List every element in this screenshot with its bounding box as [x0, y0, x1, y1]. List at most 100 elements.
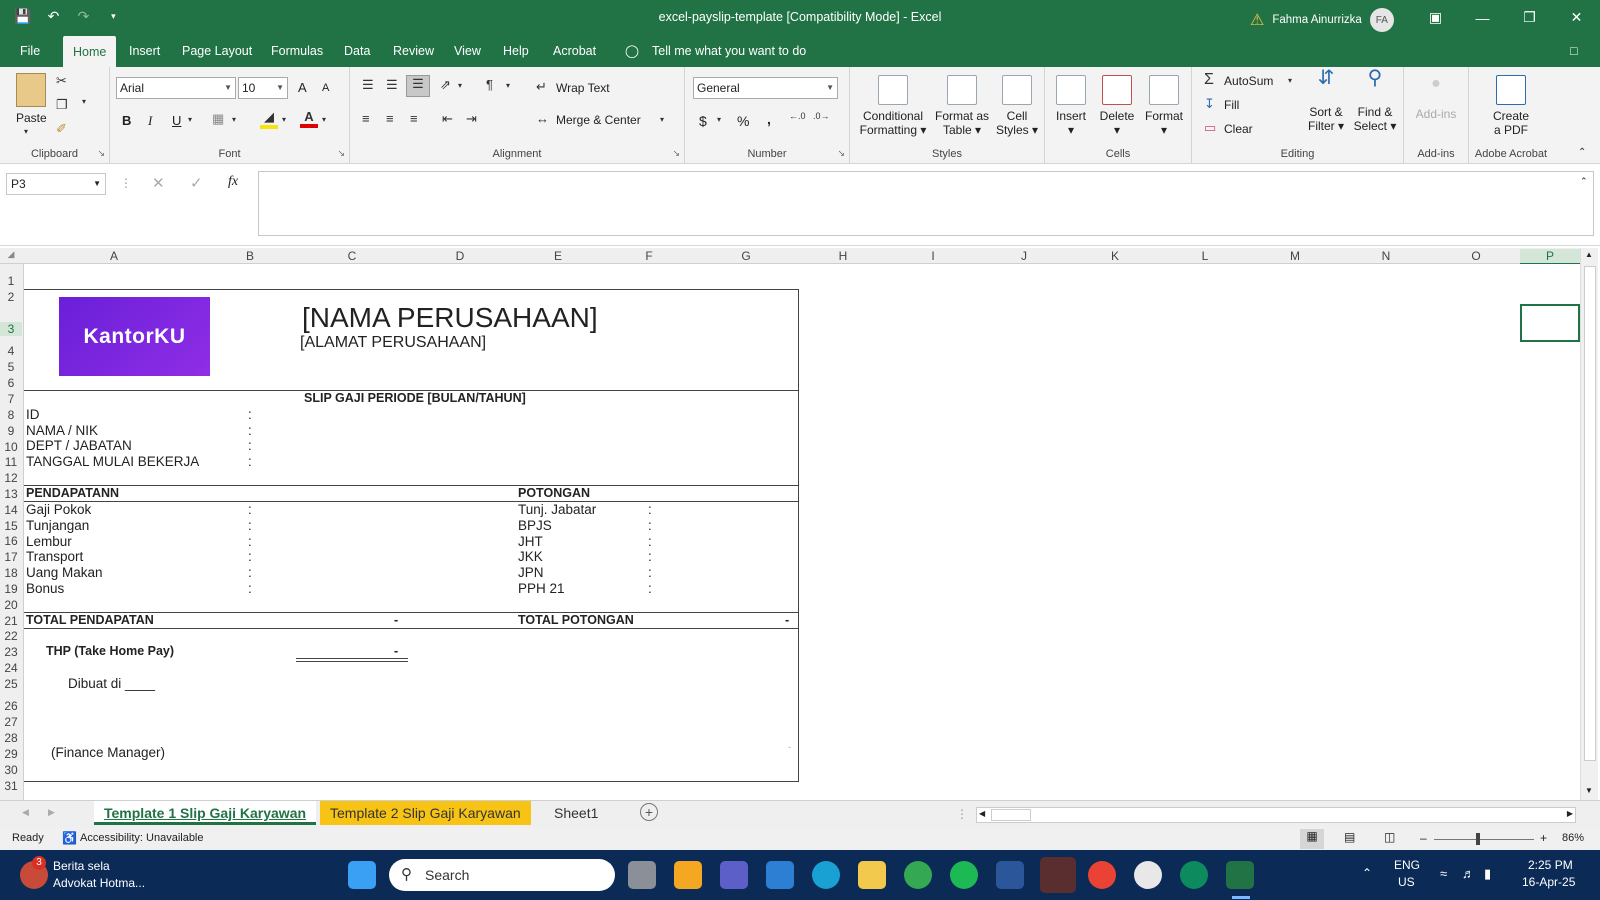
tab-insert[interactable]: Insert [129, 35, 160, 67]
column-header-i[interactable]: I [888, 249, 978, 263]
insert-function-button[interactable]: fx [228, 174, 238, 190]
column-header-a[interactable]: A [24, 249, 204, 263]
orientation-icon[interactable]: ⇗ [440, 77, 451, 93]
row-header-3[interactable]: 3 [0, 322, 22, 336]
expand-formula-icon[interactable]: ⌃ [1580, 176, 1588, 187]
column-header-e[interactable]: E [512, 249, 604, 263]
column-header-b[interactable]: B [204, 249, 296, 263]
teams-icon[interactable] [720, 861, 748, 889]
fill-down-icon[interactable]: ↧ [1204, 96, 1215, 112]
grow-font-button[interactable]: A [298, 80, 307, 95]
news-headline-2[interactable]: Advokat Hotma... [53, 876, 145, 890]
row-header-7[interactable]: 7 [0, 392, 22, 406]
taskbar-search[interactable]: ⚲ Search [389, 859, 615, 891]
format-as-table-button[interactable]: Format as Table ▾ [932, 75, 992, 137]
create-pdf-button[interactable]: Create a PDF [1475, 75, 1547, 137]
scroll-up-icon[interactable]: ▲ [1585, 250, 1593, 259]
sticky-notes-icon[interactable] [1040, 857, 1076, 893]
sheet-tab-template-2[interactable]: Template 2 Slip Gaji Karyawan [320, 801, 531, 825]
row-header-28[interactable]: 28 [0, 731, 22, 745]
eraser-icon[interactable]: ▭ [1204, 120, 1216, 136]
accessibility-icon[interactable]: ♿ [62, 831, 77, 845]
clipboard-launcher-icon[interactable]: ↘ [97, 148, 105, 159]
format-cells-button[interactable]: Format ▾ [1141, 75, 1187, 137]
decrease-decimal-icon[interactable]: .0→ [813, 111, 830, 121]
row-header-22[interactable]: 22 [0, 629, 22, 643]
paste-dropdown-icon[interactable]: ▾ [24, 127, 28, 136]
tab-home[interactable]: Home [63, 36, 117, 67]
word-icon[interactable] [996, 861, 1024, 889]
merge-center-button[interactable]: Merge & Center [556, 113, 641, 127]
collapse-ribbon-icon[interactable]: ⌃ [1578, 147, 1586, 158]
user-account[interactable]: ⚠ Fahma Ainurrizka FA [1250, 8, 1394, 32]
increase-indent-icon[interactable]: ⇥ [466, 111, 477, 127]
wrap-text-button[interactable]: Wrap Text [556, 81, 610, 95]
worksheet-grid[interactable]: KantorKU [NAMA PERUSAHAAN] [ALAMAT PERUS… [24, 264, 1580, 800]
autosum-dropdown-icon[interactable]: ▾ [1288, 76, 1292, 85]
italic-button[interactable]: I [148, 113, 152, 129]
row-header-21[interactable]: 21 [0, 614, 22, 628]
addins-button[interactable]: ● Add-ins [1408, 76, 1464, 122]
minimize-icon[interactable]: — [1459, 0, 1506, 35]
zoom-slider-thumb[interactable] [1476, 833, 1480, 845]
autosum-button[interactable]: AutoSum [1224, 74, 1273, 88]
autosum-icon[interactable]: Σ [1204, 71, 1214, 89]
copy-icon[interactable]: ❐ [56, 97, 68, 113]
row-header-1[interactable]: 1 [0, 274, 22, 288]
row-header-4[interactable]: 4 [0, 344, 22, 358]
bold-button[interactable]: B [122, 113, 131, 128]
fill-dropdown-icon[interactable]: ▾ [282, 115, 286, 124]
edge-icon[interactable] [812, 861, 840, 889]
row-header-9[interactable]: 9 [0, 424, 22, 438]
align-right-icon[interactable]: ≡ [410, 111, 418, 126]
merge-center-icon[interactable]: ↔ [536, 111, 549, 126]
column-header-m[interactable]: M [1250, 249, 1340, 263]
sheet-tab-template-1[interactable]: Template 1 Slip Gaji Karyawan [94, 801, 317, 825]
prev-sheet-icon[interactable]: ◀ [22, 807, 29, 818]
wifi-icon[interactable]: ≈ [1440, 866, 1447, 881]
row-header-10[interactable]: 10 [0, 440, 22, 454]
delete-cells-button[interactable]: Delete ▾ [1095, 75, 1139, 137]
zoom-out-icon[interactable]: – [1420, 831, 1427, 845]
row-header-11[interactable]: 11 [0, 455, 22, 469]
copilot-icon[interactable] [674, 861, 702, 889]
row-header-14[interactable]: 14 [0, 503, 22, 517]
check-app-icon[interactable] [1180, 861, 1208, 889]
conditional-formatting-button[interactable]: Conditional Formatting ▾ [856, 75, 930, 137]
zoom-slider[interactable] [1434, 839, 1534, 840]
font-color-dropdown-icon[interactable]: ▾ [322, 115, 326, 124]
column-header-l[interactable]: L [1160, 249, 1250, 263]
increase-decimal-icon[interactable]: ←.0 [789, 111, 806, 121]
show-hidden-icons[interactable]: ⌃ [1362, 866, 1372, 880]
underline-button[interactable]: U [172, 113, 181, 128]
tell-me-search[interactable]: Tell me what you want to do [652, 35, 806, 67]
horizontal-scrollbar[interactable]: ◀ ▶ [976, 807, 1576, 823]
selected-cell-p3[interactable] [1520, 304, 1580, 342]
task-view-icon[interactable] [628, 861, 656, 889]
column-header-g[interactable]: G [694, 249, 798, 263]
cancel-icon[interactable]: ✕ [152, 174, 165, 192]
normal-view-icon[interactable]: ▦ [1300, 829, 1324, 849]
decrease-indent-icon[interactable]: ⇤ [442, 111, 453, 127]
orientation-dropdown-icon[interactable]: ▾ [458, 81, 462, 90]
row-header-2[interactable]: 2 [0, 290, 22, 304]
name-box[interactable]: P3 ▼ [6, 173, 106, 195]
spotify-icon[interactable] [950, 861, 978, 889]
cell-styles-button[interactable]: Cell Styles ▾ [994, 75, 1040, 137]
font-launcher-icon[interactable]: ↘ [337, 148, 345, 159]
row-header-12[interactable]: 12 [0, 471, 22, 485]
column-header-f[interactable]: F [604, 249, 694, 263]
text-direction-icon[interactable]: ¶ [486, 77, 493, 92]
scroll-left-icon[interactable]: ◀ [979, 809, 985, 818]
language-line-2[interactable]: US [1398, 875, 1415, 889]
sort-filter-button[interactable]: ⇵ Sort & Filter ▾ [1304, 68, 1348, 133]
enter-icon[interactable]: ✓ [190, 174, 203, 192]
currency-button[interactable]: $ [699, 113, 707, 129]
zoom-in-icon[interactable]: + [1540, 831, 1547, 845]
tab-formulas[interactable]: Formulas [271, 35, 323, 67]
column-header-k[interactable]: K [1070, 249, 1160, 263]
row-header-24[interactable]: 24 [0, 661, 22, 675]
restore-icon[interactable]: ❐ [1506, 0, 1553, 35]
row-header-16[interactable]: 16 [0, 534, 22, 548]
store-icon[interactable] [766, 861, 794, 889]
